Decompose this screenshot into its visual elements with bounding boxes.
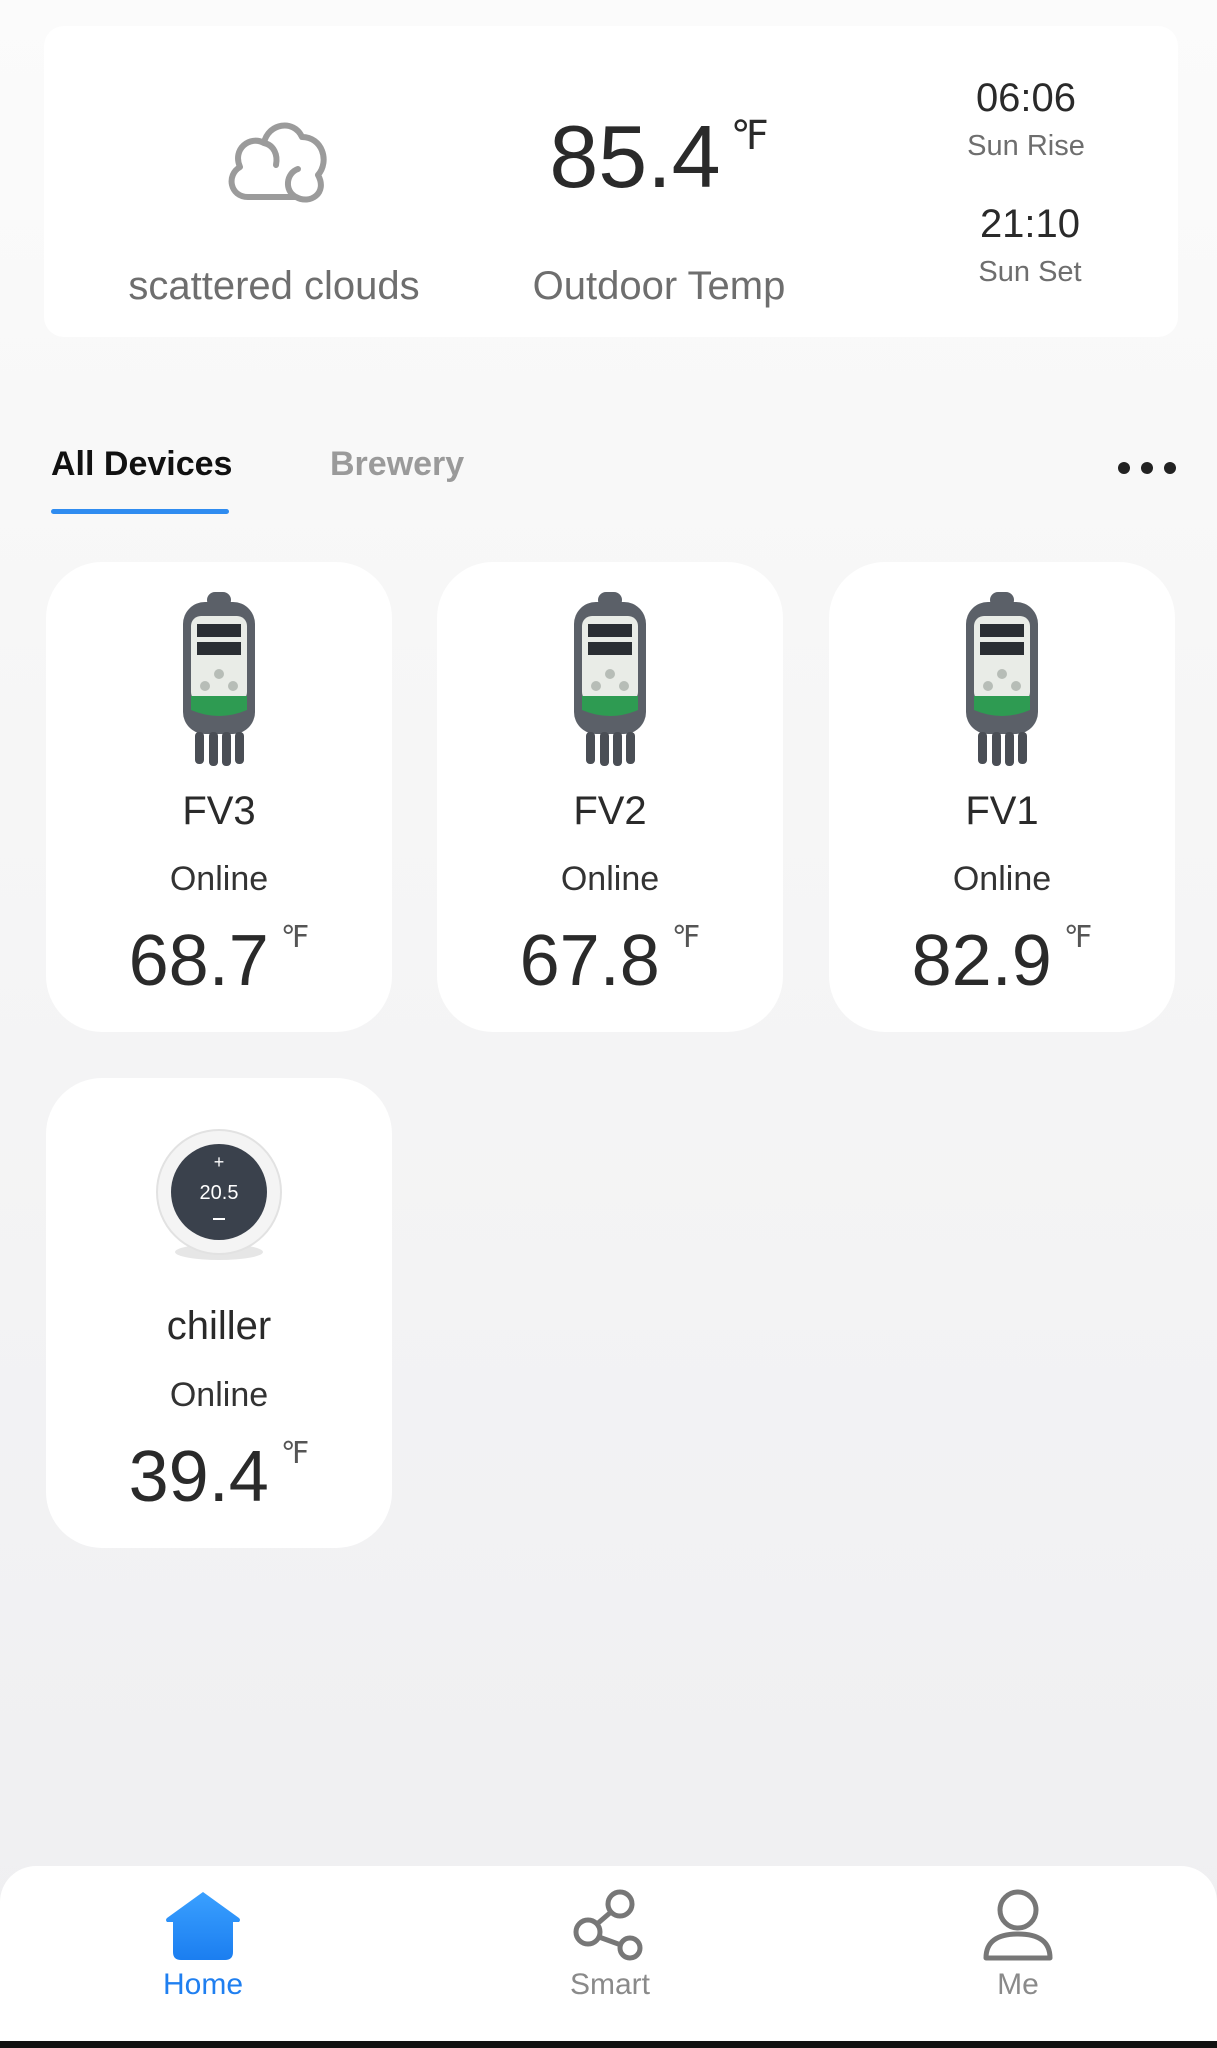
device-status: Online [169,1376,269,1414]
tab-all-devices[interactable]: All Devices [51,445,232,484]
device-temp: 82.9 ℉ [829,920,1175,1002]
sunrise-label: Sun Rise [967,130,1085,162]
sunrise-time: 06:06 [975,76,1077,120]
temperature-controller-icon [183,592,255,766]
sunset-time: 21:10 [979,202,1081,246]
outdoor-temp-value: 85.4 [549,107,721,206]
temperature-controller-icon [966,592,1038,766]
device-temp-unit: ℉ [280,1437,310,1470]
device-status: Online [952,860,1052,898]
device-status: Online [169,860,269,898]
tab-brewery[interactable]: Brewery [330,445,464,484]
weather-condition: scattered clouds [128,264,420,308]
device-temp-value: 68.7 [128,921,269,1001]
share-nodes-icon [573,1889,643,1961]
outdoor-temp-unit: ℉ [730,114,769,158]
system-bottom-bar [0,2041,1217,2048]
active-tab-indicator [51,509,229,514]
device-temp: 39.4 ℉ [46,1436,392,1518]
home-icon [166,1892,240,1960]
device-card-fv2[interactable]: FV2 Online 67.8 ℉ [437,562,783,1032]
nav-home[interactable]: Home [113,1888,293,2028]
nav-home-label: Home [162,1968,244,2001]
temperature-controller-icon [574,592,646,766]
device-name: FV3 [182,789,256,833]
thermostat-dial-icon: + 20.5 [156,1129,282,1260]
cloud-icon [228,122,327,203]
nav-me[interactable]: Me [928,1888,1108,2028]
device-temp-value: 67.8 [519,921,660,1001]
device-name: FV1 [965,789,1039,833]
device-card-fv1[interactable]: FV1 Online 82.9 ℉ [829,562,1175,1032]
person-icon [983,1889,1053,1961]
dial-value: 20.5 [200,1182,239,1204]
device-temp-unit: ℉ [280,921,310,954]
nav-smart[interactable]: Smart [520,1888,700,2028]
device-name: FV2 [573,789,647,833]
outdoor-temp-label: Outdoor Temp [532,264,786,308]
device-temp: 67.8 ℉ [437,920,783,1002]
device-temp-value: 82.9 [911,921,1052,1001]
svg-text:+: + [214,1152,225,1172]
device-card-chiller[interactable]: + 20.5 chiller Online 39.4 ℉ [46,1078,392,1548]
device-temp-value: 39.4 [128,1437,269,1517]
device-name: chiller [166,1304,272,1348]
more-horizontal-icon[interactable] [1110,448,1184,486]
device-card-fv3[interactable]: FV3 Online 68.7 ℉ [46,562,392,1032]
device-temp: 68.7 ℉ [46,920,392,1002]
nav-smart-label: Smart [569,1968,650,2001]
bottom-nav: Home Smart Me [0,1866,1217,2048]
nav-me-label: Me [997,1968,1039,2001]
device-temp-unit: ℉ [1063,921,1093,954]
outdoor-temp: 85.4 ℉ [494,106,824,208]
device-status: Online [560,860,660,898]
sunset-label: Sun Set [978,256,1082,288]
weather-card: scattered clouds 85.4 ℉ Outdoor Temp 06:0… [44,26,1178,337]
device-temp-unit: ℉ [671,921,701,954]
